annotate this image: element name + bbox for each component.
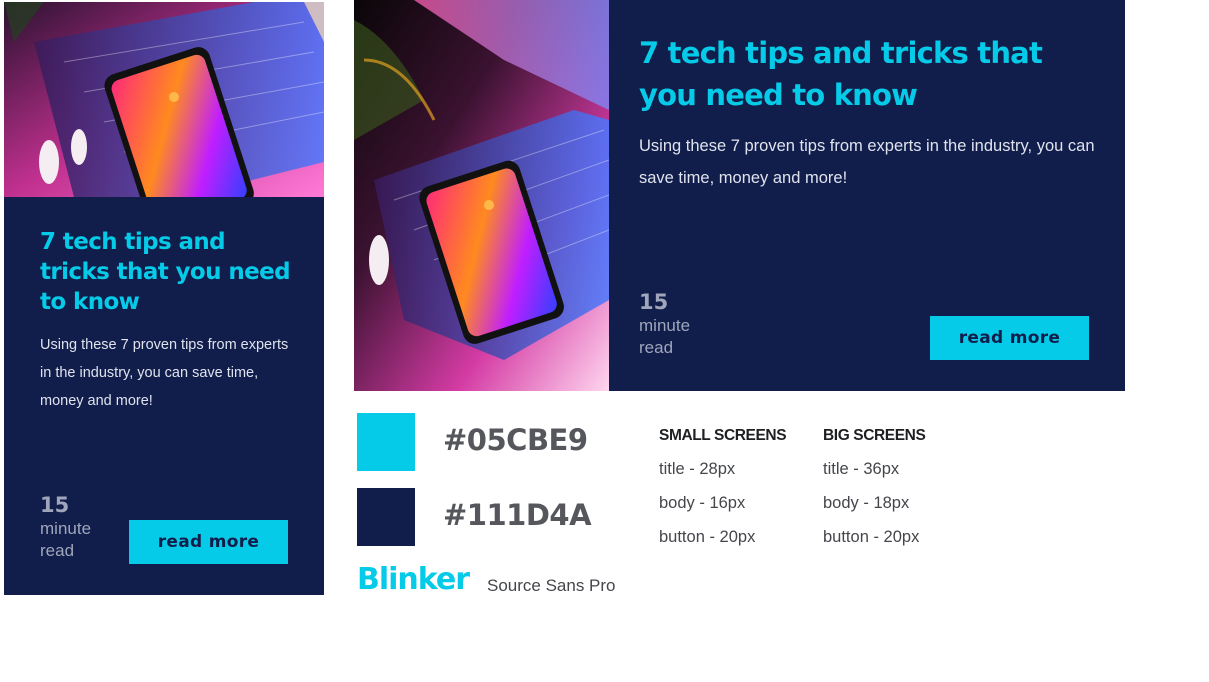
color-hex-accent: #05CBE9 [443, 423, 588, 457]
spec-body-size: body - 18px [823, 494, 910, 512]
article-summary: Using these 7 proven tips from experts i… [40, 337, 289, 409]
spec-button-size: button - 20px [659, 528, 756, 546]
read-time-unit: minute [639, 316, 691, 335]
laptop-phone-photo [4, 2, 324, 197]
read-time-number: 15 [639, 290, 669, 314]
spec-title-size: title - 36px [823, 460, 900, 478]
spec-button-size: button - 20px [823, 528, 920, 546]
article-image [354, 0, 609, 391]
article-summary: Using these 7 proven tips from experts i… [639, 137, 1095, 187]
small-screens-spec: SMALL SCREENS title - 28px body - 16px b… [659, 426, 787, 554]
color-hex-primary: #111D4A [443, 498, 592, 532]
color-swatch-primary [357, 488, 415, 546]
read-time: 15 minute read [40, 492, 91, 562]
read-time: 15 minute read [639, 289, 690, 359]
heading-font-sample: Blinker [357, 562, 470, 597]
article-title: 7 tech tips and tricks that you need to … [40, 229, 291, 315]
read-more-button[interactable]: read more [129, 520, 288, 564]
article-card-small: 7 tech tips and tricks that you need to … [4, 2, 324, 595]
article-title: 7 tech tips and tricks that you need to … [639, 36, 1043, 112]
read-time-number: 15 [40, 493, 70, 517]
read-time-unit: minute [40, 519, 92, 538]
article-card-large: 7 tech tips and tricks that you need to … [354, 0, 1125, 391]
spec-title-size: title - 28px [659, 460, 736, 478]
spec-body-size: body - 16px [659, 494, 746, 512]
read-time-label: read [40, 541, 75, 560]
big-screens-spec: BIG SCREENS title - 36px body - 18px but… [823, 426, 926, 554]
article-image [4, 2, 324, 197]
spec-heading: SMALL SCREENS [659, 427, 787, 444]
read-more-button[interactable]: read more [930, 316, 1089, 360]
body-font-sample: Source Sans Pro [487, 576, 616, 595]
laptop-phone-photo [354, 0, 609, 391]
read-time-label: read [639, 338, 674, 357]
spec-heading: BIG SCREENS [823, 427, 926, 444]
color-swatch-accent [357, 413, 415, 471]
